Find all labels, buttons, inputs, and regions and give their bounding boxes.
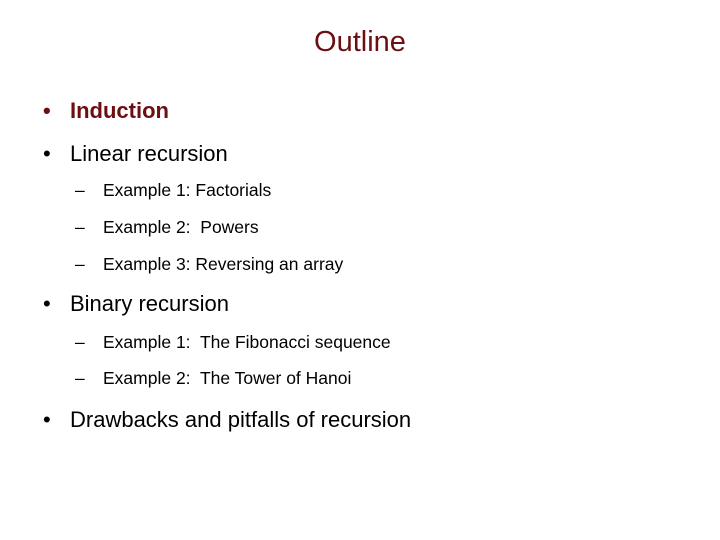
bullet-text: Induction bbox=[70, 98, 169, 123]
sub-item-text: Example 2: The Tower of Hanoi bbox=[103, 368, 352, 388]
bullet-icon: • bbox=[43, 141, 51, 166]
bullet-icon: • bbox=[43, 98, 51, 123]
bullet-item-binary-recursion: • Binary recursion bbox=[43, 291, 229, 369]
slide-title: Outline bbox=[314, 26, 406, 58]
dash-icon: – bbox=[75, 332, 85, 352]
sub-item-text: Example 1: Factorials bbox=[103, 180, 272, 200]
dash-icon: – bbox=[75, 180, 85, 200]
bullet-text: Drawbacks and pitfalls of recursion bbox=[70, 407, 412, 432]
bullet-icon: • bbox=[43, 407, 51, 432]
bullet-text: Binary recursion bbox=[70, 291, 229, 316]
bullet-icon: • bbox=[43, 291, 51, 316]
bullet-text: Linear recursion bbox=[70, 141, 228, 166]
dash-icon: – bbox=[75, 217, 85, 237]
sub-item-text: Example 2: Powers bbox=[103, 217, 259, 237]
dash-icon: – bbox=[75, 368, 85, 388]
bullet-item-linear-recursion: • Linear recursion bbox=[43, 141, 228, 219]
dash-icon: – bbox=[75, 254, 85, 274]
sub-item-text: Example 3: Reversing an array bbox=[103, 254, 344, 274]
sub-item-text: Example 1: The Fibonacci sequence bbox=[103, 332, 391, 352]
bullet-item-drawbacks: • Drawbacks and pitfalls of recursion bbox=[43, 407, 411, 485]
